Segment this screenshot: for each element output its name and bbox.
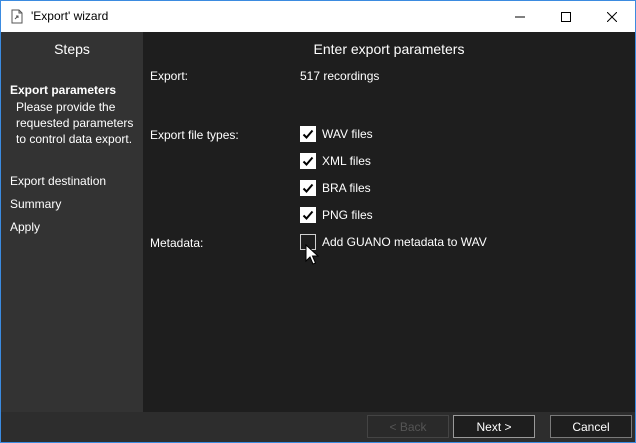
checkmark-icon	[302, 210, 314, 220]
wav-files-option[interactable]: WAV files	[300, 126, 373, 142]
png-files-option[interactable]: PNG files	[300, 207, 373, 223]
maximize-button[interactable]	[543, 1, 589, 32]
maximize-icon	[561, 11, 571, 22]
checkmark-icon	[302, 183, 314, 193]
back-button[interactable]: < Back	[367, 415, 449, 438]
bra-files-checkbox[interactable]	[300, 180, 316, 196]
wav-files-label: WAV files	[322, 127, 373, 141]
title-bar: 'Export' wizard	[1, 1, 635, 32]
export-count-value: 517 recordings	[300, 69, 380, 83]
xml-files-checkbox[interactable]	[300, 153, 316, 169]
window-title: 'Export' wizard	[31, 9, 109, 23]
page-title: Enter export parameters	[313, 41, 465, 57]
wizard-footer: < Back Next > Cancel	[1, 412, 635, 442]
close-icon	[607, 11, 617, 22]
export-parameters-panel: Enter export parameters Export: 517 reco…	[143, 32, 635, 412]
steps-sidebar: Steps Export parameters Please provide t…	[1, 32, 143, 412]
export-label: Export:	[150, 69, 189, 83]
bra-files-option[interactable]: BRA files	[300, 180, 371, 196]
png-files-checkbox[interactable]	[300, 207, 316, 223]
step-summary: Summary	[10, 197, 62, 211]
checkmark-icon	[302, 129, 314, 139]
step-description: Please provide the requested parameters …	[16, 100, 134, 146]
wav-files-checkbox[interactable]	[300, 126, 316, 142]
close-button[interactable]	[589, 1, 635, 32]
step-export-destination: Export destination	[10, 174, 107, 188]
minimize-icon	[515, 16, 525, 17]
bra-files-label: BRA files	[322, 181, 371, 195]
file-types-label: Export file types:	[150, 128, 239, 142]
export-document-icon	[11, 9, 23, 24]
xml-files-label: XML files	[322, 154, 371, 168]
xml-files-option[interactable]: XML files	[300, 153, 371, 169]
png-files-label: PNG files	[322, 208, 373, 222]
export-wizard-window: 'Export' wizard Steps Export parameters …	[0, 0, 636, 443]
step-export-parameters: Export parameters	[10, 83, 117, 97]
mouse-cursor-icon	[305, 244, 319, 265]
guano-metadata-label: Add GUANO metadata to WAV	[322, 235, 487, 249]
step-apply: Apply	[10, 220, 41, 234]
sidebar-heading: Steps	[54, 41, 90, 57]
metadata-label: Metadata:	[150, 236, 204, 250]
minimize-button[interactable]	[497, 1, 543, 32]
cancel-button[interactable]: Cancel	[550, 415, 632, 438]
guano-metadata-option[interactable]: Add GUANO metadata to WAV	[300, 234, 487, 250]
checkmark-icon	[302, 156, 314, 166]
next-button[interactable]: Next >	[453, 415, 535, 438]
